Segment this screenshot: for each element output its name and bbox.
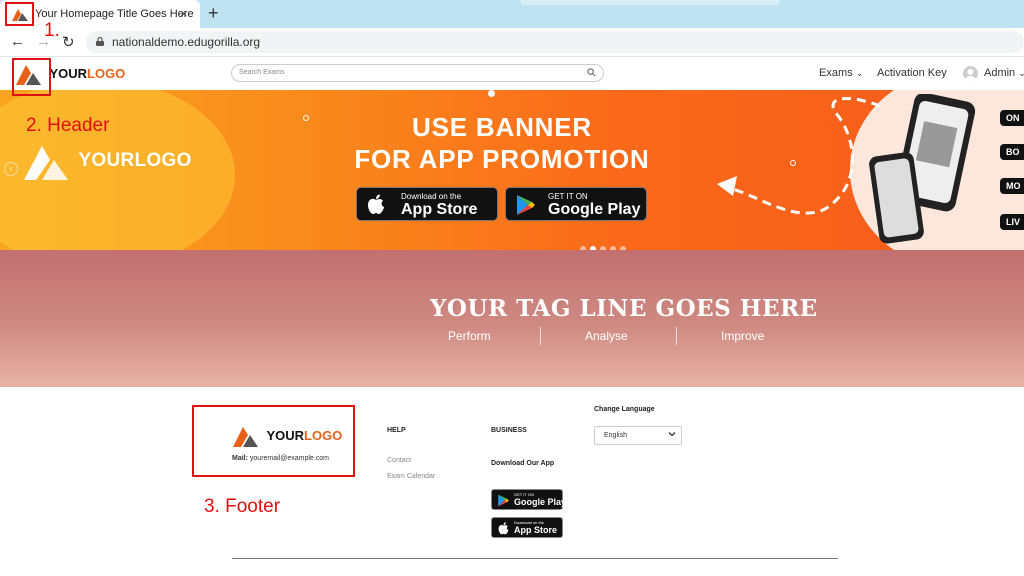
nav-activation-key[interactable]: Activation Key (877, 67, 947, 79)
google-play-icon (517, 195, 535, 215)
annotation-2: 2. Header (26, 115, 110, 136)
tab-close-icon[interactable]: × (180, 6, 188, 21)
chevron-down-icon (668, 432, 676, 437)
side-button-4[interactable]: LIV (1000, 214, 1024, 230)
footer-download-heading: Download Our App (491, 460, 555, 467)
logo-prefix: YOUR (49, 66, 88, 82)
footer-business-heading: BUSINESS (491, 427, 527, 434)
annotation-1: 1. (44, 20, 60, 41)
annotation-3: 3. Footer (204, 496, 281, 517)
annotation-box-favicon (5, 2, 34, 26)
tagline-divider (540, 327, 541, 345)
tab-strip-decoration (520, 0, 780, 5)
apple-icon (498, 522, 509, 535)
nav-admin-label: Admin (984, 67, 1016, 79)
tagline-perform: Perform (448, 329, 491, 343)
google-play-big-text: Google Play (548, 201, 641, 218)
footer-google-play-button[interactable]: GET IT ON Google Play (491, 489, 567, 510)
nav-exams-label: Exams (819, 67, 853, 79)
apple-icon (368, 194, 384, 214)
browser-toolbar: ← → ↻ nationaldemo.edugorilla.org (0, 28, 1024, 57)
carousel-dots[interactable] (580, 239, 630, 250)
lock-icon (96, 37, 104, 46)
tagline-analyse: Analyse (585, 329, 628, 343)
google-play-icon (498, 494, 509, 507)
annotation-box-footer (192, 405, 355, 477)
side-button-1[interactable]: ON (1000, 110, 1024, 126)
decor-dot (790, 160, 796, 166)
nav-exams[interactable]: Exams ⌄ (819, 67, 863, 79)
banner-google-play-button[interactable]: GET IT ON Google Play (505, 187, 647, 221)
app-store-small-text: Download on the (401, 192, 462, 201)
footer-app-store-button[interactable]: Download on the App Store (491, 517, 563, 538)
search-placeholder: Search Exams (239, 69, 285, 76)
banner-headline-1: USE BANNER (412, 112, 592, 142)
decor-dot (488, 90, 495, 97)
search-icon[interactable] (587, 68, 596, 77)
language-value: English (604, 432, 627, 439)
new-tab-button[interactable]: + (208, 3, 219, 24)
address-bar[interactable]: nationaldemo.edugorilla.org (86, 31, 1024, 53)
avatar[interactable] (963, 66, 978, 81)
banner-app-store-button[interactable]: Download on the App Store (356, 187, 498, 221)
search-input[interactable]: Search Exams (231, 64, 604, 82)
tagline-divider (676, 327, 677, 345)
footer-divider (232, 558, 838, 559)
google-play-small-text: GET IT ON (548, 192, 588, 201)
user-icon (965, 69, 976, 81)
url-text: nationaldemo.edugorilla.org (112, 35, 261, 49)
site-footer: YOURLOGO Mail: youremail@example.com HEL… (0, 387, 1024, 576)
screenshot: Your Homepage Title Goes Here × + ← → ↻ … (0, 0, 1024, 576)
language-select[interactable]: English (594, 426, 682, 445)
app-store-big-text: App Store (514, 525, 558, 535)
google-play-big-text: Google Play (514, 497, 567, 507)
browser-tab-strip: Your Homepage Title Goes Here × + (0, 0, 1024, 28)
tab-title: Your Homepage Title Goes Here (35, 8, 194, 20)
footer-link-exam-calendar[interactable]: Exam Calendar (387, 473, 435, 480)
nav-admin[interactable]: Admin ⌄ (984, 67, 1024, 79)
chevron-down-icon: ⌄ (855, 68, 864, 78)
site-header: YOURLOGO Search Exams Exams ⌄ Activation… (0, 57, 1024, 90)
annotation-box-header (12, 58, 51, 96)
reload-button[interactable]: ↻ (62, 33, 75, 51)
decor-dot (303, 115, 309, 121)
tagline-title: YOUR TAG LINE GOES HERE (430, 295, 818, 322)
footer-language-heading: Change Language (594, 406, 655, 413)
chevron-down-icon: ⌄ (1018, 68, 1024, 78)
footer-help-heading: HELP (387, 427, 406, 434)
footer-link-contact[interactable]: Contact (387, 457, 411, 464)
back-button[interactable]: ← (10, 33, 25, 50)
logo-suffix: LOGO (87, 66, 126, 82)
promo-banner[interactable]: ‹ YOURLOGO USE BANNER FOR APP PROMOTION … (0, 90, 1024, 250)
side-button-2[interactable]: BO (1000, 144, 1024, 160)
header-logo-text: YOURLOGO (49, 66, 125, 81)
side-button-3[interactable]: MO (1000, 178, 1024, 194)
tagline-improve: Improve (721, 329, 765, 343)
tagline-section: YOUR TAG LINE GOES HERE Perform Analyse … (0, 250, 1024, 387)
banner-headline-2: FOR APP PROMOTION (354, 144, 650, 174)
app-store-big-text: App Store (401, 201, 478, 218)
